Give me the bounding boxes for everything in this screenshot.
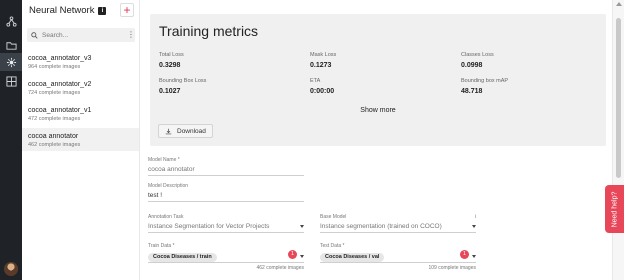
- list-item[interactable]: cocoa annotator 462 complete images: [22, 128, 139, 151]
- model-description-input[interactable]: test !: [148, 191, 304, 202]
- classes-loss-metric: Classes Loss 0.0998: [461, 52, 601, 71]
- model-image-count: 964 complete images: [28, 64, 81, 70]
- base-model-field[interactable]: Base Model i Instance segmentation (trai…: [320, 214, 476, 233]
- training-metrics-panel: Training metrics Total Loss 0.3298 Mask …: [150, 14, 606, 146]
- complete-images-note: 462 complete images: [256, 265, 304, 271]
- test-data-chip[interactable]: Cocoa Diseases / val: [320, 252, 385, 262]
- model-name-field[interactable]: Model Name * cocoa annotator: [148, 157, 304, 176]
- model-sidebar: Neural Network i + Search... ⋮ cocoa_ann…: [22, 0, 140, 280]
- metric-value: 0:00:00: [310, 88, 335, 95]
- metric-label: ETA: [310, 78, 321, 84]
- metric-value: 0.0998: [461, 62, 483, 69]
- metric-label: Bounding Box Loss: [159, 78, 207, 84]
- network-icon[interactable]: [4, 14, 18, 28]
- metric-label: Classes Loss: [461, 52, 494, 58]
- model-image-count: 472 complete images: [28, 116, 81, 122]
- selected-count-badge: 1: [288, 250, 297, 259]
- icon-rail: [0, 0, 22, 280]
- info-icon[interactable]: i: [475, 214, 476, 220]
- model-name: cocoa_annotator_v2: [28, 81, 92, 88]
- model-image-count: 724 complete images: [28, 90, 81, 96]
- field-label: Train Data *: [148, 243, 175, 249]
- chevron-down-icon: [472, 225, 476, 228]
- mask-loss-metric: Mask Loss 0.1273: [310, 52, 450, 71]
- field-label: Test Data *: [320, 243, 345, 249]
- metric-value: 48.718: [461, 88, 483, 95]
- chevron-down-icon: [472, 255, 476, 258]
- train-data-chip[interactable]: Cocoa Diseases / train: [148, 252, 217, 262]
- metric-label: Total Loss: [159, 52, 184, 58]
- download-icon: [165, 128, 172, 134]
- field-label: Model Description: [148, 183, 189, 189]
- need-help-button[interactable]: Need help?: [605, 185, 624, 233]
- complete-images-note: 109 complete images: [428, 265, 476, 271]
- metric-value: 0.3298: [159, 62, 181, 69]
- search-input[interactable]: Search... ⋮: [27, 28, 135, 42]
- model-name-input[interactable]: cocoa annotator: [148, 165, 304, 176]
- show-more-button[interactable]: Show more: [150, 107, 606, 114]
- base-model-value: Instance segmentation (trained on COCO): [320, 223, 442, 230]
- list-item[interactable]: cocoa_annotator_v2 724 complete images: [22, 76, 139, 99]
- folder-icon[interactable]: [4, 38, 18, 52]
- search-placeholder: Search...: [42, 31, 69, 39]
- download-label: Download: [177, 127, 206, 135]
- neural-network-icon[interactable]: [0, 53, 22, 71]
- grid-icon[interactable]: [4, 74, 18, 88]
- annotation-task-select[interactable]: Instance Segmentation for Vector Project…: [148, 222, 304, 233]
- model-image-count: 462 complete images: [28, 142, 81, 148]
- metric-value: 0.1273: [310, 62, 332, 69]
- test-data-select[interactable]: Cocoa Diseases / val 1: [320, 250, 476, 263]
- annotation-task-field[interactable]: Annotation Task Instance Segmentation fo…: [148, 214, 304, 233]
- field-label: Annotation Task: [148, 214, 184, 220]
- base-model-select[interactable]: Instance segmentation (trained on COCO): [320, 222, 476, 233]
- train-data-select[interactable]: Cocoa Diseases / train 1: [148, 250, 304, 263]
- add-model-button[interactable]: +: [120, 3, 134, 17]
- chevron-down-icon: [300, 255, 304, 258]
- scroll-thumb[interactable]: [616, 18, 621, 178]
- list-item[interactable]: cocoa_annotator_v3 964 complete images: [22, 50, 139, 73]
- download-button[interactable]: Download: [158, 124, 213, 138]
- main-content: Training metrics Total Loss 0.3298 Mask …: [140, 0, 612, 280]
- search-icon: [31, 31, 38, 39]
- need-help-label: Need help?: [611, 191, 618, 227]
- field-label: Base Model: [320, 214, 347, 220]
- chevron-down-icon: [300, 225, 304, 228]
- metric-label: Mask Loss: [310, 52, 337, 58]
- metric-value: 0.1027: [159, 88, 181, 95]
- metrics-title: Training metrics: [159, 23, 259, 39]
- selected-count-badge: 1: [460, 250, 469, 259]
- sidebar-title-text: Neural Network: [29, 5, 95, 16]
- metric-label: Bounding box mAP: [461, 78, 509, 84]
- user-avatar[interactable]: [4, 262, 18, 276]
- train-data-field[interactable]: Train Data * Cocoa Diseases / train 1 46…: [148, 243, 304, 271]
- test-data-field[interactable]: Test Data * Cocoa Diseases / val 1 109 c…: [320, 243, 476, 271]
- model-name: cocoa_annotator_v1: [28, 107, 92, 114]
- vertical-scrollbar[interactable]: [612, 0, 624, 280]
- model-name: cocoa_annotator_v3: [28, 55, 92, 62]
- list-item[interactable]: cocoa_annotator_v1 472 complete images: [22, 102, 139, 125]
- scroll-up-icon[interactable]: [616, 2, 622, 6]
- model-description-field[interactable]: Model Description test !: [148, 183, 304, 202]
- info-badge-icon[interactable]: i: [98, 6, 107, 15]
- sidebar-title: Neural Network i: [29, 5, 107, 16]
- annotation-task-value: Instance Segmentation for Vector Project…: [148, 223, 270, 230]
- bbox-loss-metric: Bounding Box Loss 0.1027: [159, 78, 299, 97]
- bbox-map-metric: Bounding box mAP 48.718: [461, 78, 601, 97]
- field-label: Model Name *: [148, 157, 180, 163]
- total-loss-metric: Total Loss 0.3298: [159, 52, 299, 71]
- eta-metric: ETA 0:00:00: [310, 78, 450, 97]
- model-name: cocoa annotator: [28, 133, 79, 140]
- more-options-icon[interactable]: ⋮: [127, 31, 135, 39]
